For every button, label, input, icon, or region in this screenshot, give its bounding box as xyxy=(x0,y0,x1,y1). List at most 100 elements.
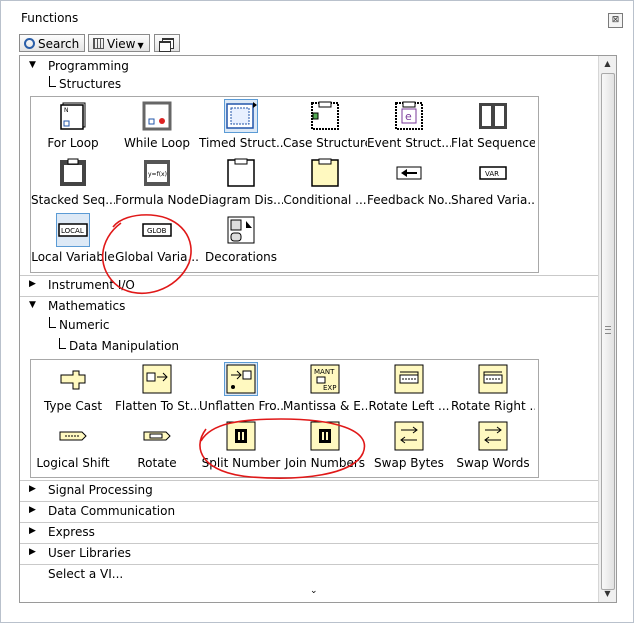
category-programming[interactable]: ▼ Programming xyxy=(20,56,598,76)
palette-item-case-structure[interactable]: Case Structure xyxy=(283,99,367,156)
view-button-label: View xyxy=(107,37,136,51)
close-button[interactable]: ⊠ xyxy=(608,13,623,28)
expand-arrow-icon[interactable]: ▶ xyxy=(29,484,36,494)
palette-item-local-variable[interactable]: LOCAL Local Variable xyxy=(31,213,115,270)
category-label: Data Communication xyxy=(48,504,176,518)
category-user-libraries[interactable]: ▶ User Libraries xyxy=(20,543,598,563)
unflatten-from-string-icon xyxy=(224,362,258,396)
palette-item-label: Type Cast xyxy=(43,399,103,413)
palette-item-diagram-disable[interactable]: Diagram Dis... xyxy=(199,156,283,213)
palette-item-label: Mantissa & E... xyxy=(283,399,367,413)
for-loop-icon: N xyxy=(60,102,86,130)
scroll-up-arrow-icon[interactable]: ▲ xyxy=(599,56,616,72)
palette-item-label: Conditional ... xyxy=(283,193,367,207)
palette-item-conditional-disable[interactable]: Conditional ... xyxy=(283,156,367,213)
palette-item-swap-bytes[interactable]: Swap Bytes xyxy=(367,419,451,476)
category-mathematics[interactable]: ▼ Mathematics xyxy=(20,296,598,316)
palette-item-decorations[interactable]: Decorations xyxy=(199,213,283,270)
feedback-node-icon xyxy=(396,166,422,180)
expand-arrow-icon[interactable]: ▶ xyxy=(29,547,36,557)
palette-item-while-loop[interactable]: While Loop xyxy=(115,99,199,156)
subcategory-label: Numeric xyxy=(59,318,110,332)
subcategory-label: Data Manipulation xyxy=(69,339,180,353)
palette-item-label: Rotate Right ... xyxy=(451,399,535,413)
category-express[interactable]: ▶ Express xyxy=(20,522,598,542)
palette-item-global-variable[interactable]: GLOB Global Varia... xyxy=(115,213,199,270)
collapse-arrow-icon[interactable]: ▼ xyxy=(29,60,36,70)
palette-item-swap-words[interactable]: Swap Words xyxy=(451,419,535,476)
data-manipulation-palette: Type Cast Flatten To St... Unflatten Fro… xyxy=(30,359,539,478)
subcategory-label: Structures xyxy=(59,77,122,91)
shared-variable-icon: VAR xyxy=(479,166,507,180)
palette-item-event-structure[interactable]: e Event Struct... xyxy=(367,99,451,156)
expand-arrow-icon[interactable]: ▶ xyxy=(29,505,36,515)
palette-item-split-number[interactable]: Split Number xyxy=(199,419,283,476)
palette-item-timed-structure[interactable]: Timed Struct... xyxy=(199,99,283,156)
search-button[interactable]: Search xyxy=(19,34,85,52)
palette-item-unflatten-from-string[interactable]: Unflatten Fro... xyxy=(199,362,283,419)
palette-item-formula-node[interactable]: y=f(x) Formula Node xyxy=(115,156,199,213)
palette-item-label: Swap Words xyxy=(456,456,530,470)
category-label: Express xyxy=(48,525,95,539)
decorations-icon xyxy=(227,216,255,244)
rotate-left-icon xyxy=(394,364,424,394)
svg-text:e: e xyxy=(405,110,412,123)
more-chevron-icon[interactable]: ⌄ xyxy=(310,586,318,596)
svg-text:VAR: VAR xyxy=(485,170,499,178)
swap-bytes-icon xyxy=(394,421,424,451)
palette-item-flatten-to-string[interactable]: Flatten To St... xyxy=(115,362,199,419)
vertical-scrollbar[interactable]: ▲ ▼ xyxy=(598,56,616,602)
select-a-vi[interactable]: Select a VI... xyxy=(20,564,598,584)
category-label: User Libraries xyxy=(48,546,131,560)
palette-item-stacked-sequence[interactable]: Stacked Seq... xyxy=(31,156,115,213)
svg-text:MANT: MANT xyxy=(314,368,335,376)
palette-item-rotate[interactable]: Rotate xyxy=(115,419,199,476)
category-label: Signal Processing xyxy=(48,483,153,497)
palette-item-label: While Loop xyxy=(123,136,191,150)
palette-item-label: Unflatten Fro... xyxy=(199,399,283,413)
palette-item-shared-variable[interactable]: VAR Shared Varia... xyxy=(451,156,535,213)
palette-item-rotate-right-with-carry[interactable]: Rotate Right ... xyxy=(451,362,535,419)
palette-item-for-loop[interactable]: N For Loop xyxy=(31,99,115,156)
scroll-thumb[interactable] xyxy=(601,73,615,590)
palette-item-mantissa-exponent[interactable]: MANT EXP Mantissa & E... xyxy=(283,362,367,419)
palette-item-label: Timed Struct... xyxy=(199,136,283,150)
category-label: Mathematics xyxy=(48,299,126,313)
svg-text:N: N xyxy=(64,107,69,114)
view-button[interactable]: View ▼ xyxy=(88,34,150,52)
svg-text:GLOB: GLOB xyxy=(147,227,167,235)
title-bar[interactable]: Functions ⊠ xyxy=(3,3,631,29)
palette-item-join-numbers[interactable]: Join Numbers xyxy=(283,419,367,476)
scroll-down-arrow-icon[interactable]: ▼ xyxy=(599,586,616,602)
view-icon xyxy=(93,38,104,49)
structures-palette: N For Loop While Loop Timed Struct... Ca… xyxy=(30,96,539,273)
palette-item-label: Local Variable xyxy=(31,250,115,264)
local-variable-icon: LOCAL xyxy=(56,213,90,247)
type-cast-icon xyxy=(60,370,86,390)
category-signal-processing[interactable]: ▶ Signal Processing xyxy=(20,480,598,500)
palette-item-rotate-left-with-carry[interactable]: Rotate Left ... xyxy=(367,362,451,419)
palette-item-label: Global Varia... xyxy=(115,250,199,264)
expand-arrow-icon[interactable]: ▶ xyxy=(29,526,36,536)
palette-item-label: Shared Varia... xyxy=(451,193,535,207)
collapse-arrow-icon[interactable]: ▼ xyxy=(29,300,36,310)
palette-item-label: Event Struct... xyxy=(367,136,451,150)
flat-sequence-icon xyxy=(479,103,507,129)
expand-arrow-icon[interactable]: ▶ xyxy=(29,279,36,289)
palette-item-flat-sequence[interactable]: Flat Sequence xyxy=(451,99,535,156)
palette-item-type-cast[interactable]: Type Cast xyxy=(31,362,115,419)
palette-item-feedback-node[interactable]: Feedback No... xyxy=(367,156,451,213)
pin-window-button[interactable] xyxy=(154,34,180,52)
palette-item-logical-shift[interactable]: Logical Shift xyxy=(31,419,115,476)
timed-structure-icon xyxy=(224,99,258,133)
palette-item-label: Diagram Dis... xyxy=(199,193,283,207)
split-number-icon xyxy=(226,421,256,451)
category-label: Programming xyxy=(48,59,129,73)
palette-item-label: Swap Bytes xyxy=(374,456,444,470)
category-data-communication[interactable]: ▶ Data Communication xyxy=(20,501,598,521)
functions-palette-window: Functions ⊠ Search View ▼ ▼ Programming S… xyxy=(0,0,634,623)
while-loop-icon xyxy=(142,101,172,131)
category-instrument-io[interactable]: ▶ Instrument I/O xyxy=(20,275,598,295)
palette-item-label: Decorations xyxy=(204,250,278,264)
formula-node-icon: y=f(x) xyxy=(144,160,170,186)
